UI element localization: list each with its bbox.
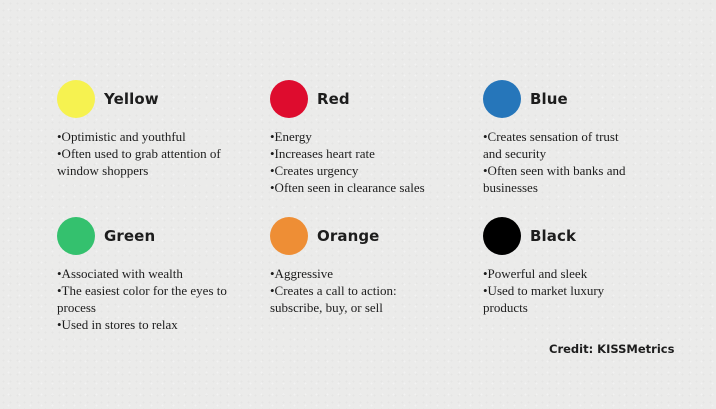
bullet-list: •Optimistic and youthful •Often used to … [57, 128, 232, 179]
bullet-item: •Powerful and sleek [483, 266, 588, 281]
bullet-item: •Used in stores to relax [57, 317, 178, 332]
card-title: Blue [530, 90, 568, 108]
card-title: Orange [317, 227, 380, 245]
card-title: Green [104, 227, 156, 245]
bullet-item: •Often seen in clearance sales [270, 180, 425, 195]
bullet-item: •Optimistic and youthful [57, 129, 186, 144]
card-title: Black [530, 227, 577, 245]
bullet-item: •Used to market luxury products [483, 283, 605, 315]
color-card-orange: Orange •Aggressive •Creates a call to ac… [270, 217, 470, 316]
bullet-item: •Energy [270, 129, 312, 144]
card-header: Red [270, 80, 470, 118]
bullet-item: •Aggressive [270, 266, 334, 281]
card-header: Orange [270, 217, 470, 255]
credit-text: Credit: KISSMetrics [549, 342, 675, 356]
bullet-item: •Associated with wealth [57, 266, 183, 281]
bullet-item: •The easiest color for the eyes to proce… [57, 283, 227, 315]
green-swatch-icon [57, 217, 95, 255]
bullet-item: •Often seen with banks and businesses [483, 163, 626, 195]
bullet-item: •Often used to grab attention of window … [57, 146, 221, 178]
color-card-yellow: Yellow •Optimistic and youthful •Often u… [57, 80, 257, 179]
red-swatch-icon [270, 80, 308, 118]
card-title: Red [317, 90, 350, 108]
yellow-swatch-icon [57, 80, 95, 118]
bullet-item: •Increases heart rate [270, 146, 375, 161]
blue-swatch-icon [483, 80, 521, 118]
color-card-blue: Blue •Creates sensation of trust and sec… [483, 80, 683, 196]
bullet-item: •Creates urgency [270, 163, 359, 178]
bullet-list: •Powerful and sleek •Used to market luxu… [483, 265, 633, 316]
bullet-list: •Energy •Increases heart rate •Creates u… [270, 128, 450, 196]
bullet-item: •Creates a call to action: subscribe, bu… [270, 283, 397, 315]
bullet-list: •Creates sensation of trust and security… [483, 128, 633, 196]
color-card-black: Black •Powerful and sleek •Used to marke… [483, 217, 683, 316]
black-swatch-icon [483, 217, 521, 255]
card-header: Blue [483, 80, 683, 118]
color-card-green: Green •Associated with wealth •The easie… [57, 217, 257, 333]
card-header: Green [57, 217, 257, 255]
bullet-list: •Aggressive •Creates a call to action: s… [270, 265, 450, 316]
color-card-red: Red •Energy •Increases heart rate •Creat… [270, 80, 470, 196]
card-header: Yellow [57, 80, 257, 118]
card-header: Black [483, 217, 683, 255]
orange-swatch-icon [270, 217, 308, 255]
bullet-item: •Creates sensation of trust and security [483, 129, 619, 161]
bullet-list: •Associated with wealth •The easiest col… [57, 265, 232, 333]
card-title: Yellow [104, 90, 159, 108]
